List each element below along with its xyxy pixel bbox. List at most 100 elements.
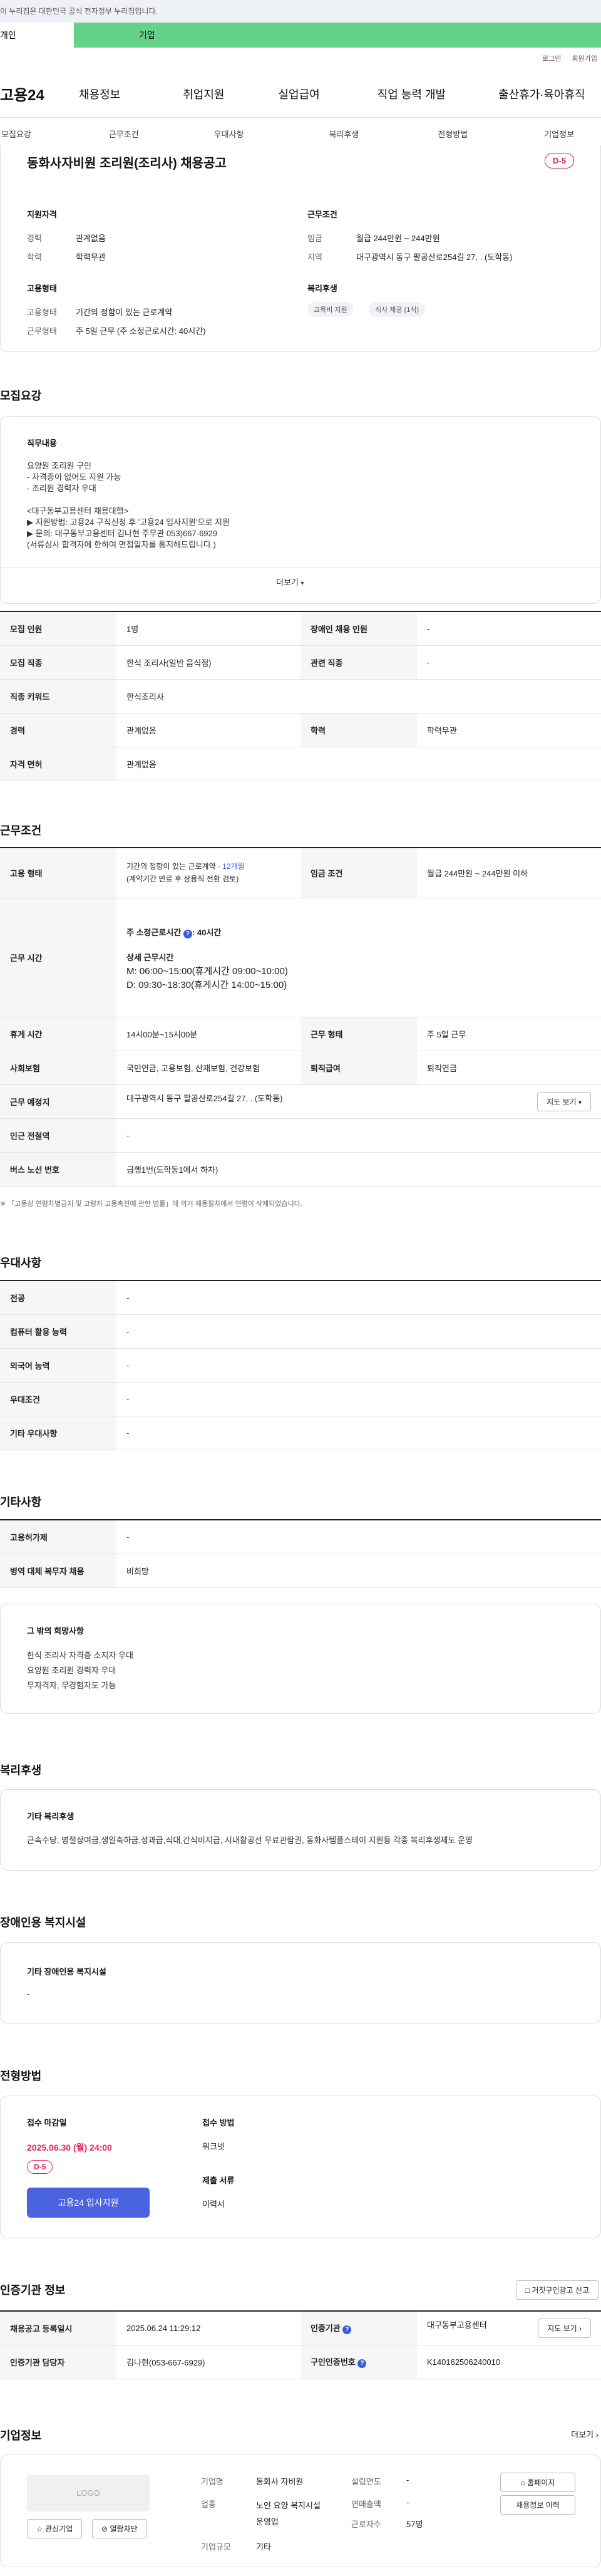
site-logo[interactable]: 고용24 — [0, 83, 78, 105]
subnav-recruit[interactable]: 모집요강 — [1, 128, 31, 140]
star-icon: ☆ — [36, 2525, 43, 2533]
subnav-selection[interactable]: 전형방법 — [438, 128, 468, 140]
prefer-table: 전공 - 컴퓨터 활용 능력 - 외국어 능력 - 우대조건 - 기타 우대사항 - — [0, 1280, 601, 1450]
edu-value: 학력무관 — [76, 252, 106, 262]
sales-key: 연매출액 — [351, 2500, 381, 2509]
report-button[interactable]: □ 거짓구인광고 신고 — [515, 2280, 598, 2300]
block-button[interactable]: ⊘ 열람차단 — [92, 2519, 147, 2538]
subnav-welfare[interactable]: 복리후생 — [329, 128, 359, 140]
company-box: LOGO ☆ 관심기업 ⊘ 열람차단 기업명 동화사 자비원 업종 노인 요양 … — [0, 2454, 601, 2567]
cell-key: 모집 직종 — [0, 645, 116, 680]
cell-key: 장애인 채용 인원 — [300, 611, 417, 646]
gov-banner: 이 누리집은 대한민국 공식 전자정부 누리집입니다. — [0, 0, 601, 23]
emp-note-text: (계약기간 만료 후 상용직 전환 검토) — [126, 875, 239, 884]
duty-line: 요양원 조리원 구인 — [27, 461, 91, 470]
gnb-benefit[interactable]: 실업급여 — [279, 86, 320, 102]
cell-key: 사회보험 — [0, 1051, 116, 1085]
etc-heading: 기타사항 — [0, 1496, 42, 1509]
cell-value: - — [116, 1416, 601, 1450]
dday-badge: D-5 — [545, 153, 574, 169]
company-heading: 기업정보 — [0, 2429, 42, 2442]
disability-box: 기타 장애인용 복지시설 - — [0, 1942, 601, 2023]
tab-personal[interactable]: 개인 — [0, 23, 74, 48]
cert-table: 채용공고 등록일시 2025.06.24 11:29:12 인증기관 ? 대구동… — [0, 2310, 601, 2379]
welfare-tag: 식사 제공 (1식) — [369, 302, 426, 317]
table-row: 자격 면허 관계없음 — [0, 747, 601, 781]
cell-key: 고용 형태 — [0, 848, 116, 898]
time-detail-line: M: 06:00~15:00(휴게시간 09:00~10:00) — [126, 966, 288, 977]
subnav-company[interactable]: 기업정보 — [544, 128, 574, 140]
gnb-jobs[interactable]: 채용정보 — [79, 86, 120, 102]
info-icon[interactable]: ? — [357, 2359, 367, 2368]
disability-box-text: - — [27, 1989, 30, 1998]
apply-button[interactable]: 고용24 입사지원 — [27, 2188, 150, 2218]
cell-value: 한식조리사 — [116, 679, 601, 714]
company-more-label: 더보기 — [571, 2430, 594, 2439]
time-detail-line: D: 09:30~18:30(휴게시간 14:00~15:00) — [126, 980, 287, 990]
map-view-button[interactable]: 지도 보기 ▾ — [537, 1091, 591, 1111]
table-row: 인증기관 담당자 김나현(053-667-6929) 구인인증번호 ? K140… — [0, 2345, 601, 2379]
career-key: 경력 — [27, 234, 42, 243]
duty-line: ▶ 문의: 대구동부고용센터 김나현 주무관 053)667-6929 — [27, 529, 217, 538]
duty-title: 직무내용 — [27, 439, 57, 448]
document-icon: □ — [525, 2286, 530, 2295]
cell-value: 1명 — [116, 611, 300, 646]
place-text: 대구광역시 동구 팔공산로254길 27, . (도학동) — [126, 1093, 283, 1103]
cell-value: - — [417, 645, 601, 680]
cell-value: - — [116, 1348, 601, 1383]
cell-value: 대구광역시 동구 팔공산로254길 27, . (도학동) 지도 보기 ▾ — [116, 1084, 601, 1119]
etc-line: 요양원 조리원 경력자 우대 — [27, 1666, 116, 1675]
table-row: 외국어 능력 - — [0, 1348, 601, 1383]
job-history-button[interactable]: 채용정보 이력 — [500, 2495, 575, 2515]
login-link[interactable]: 로그인 — [542, 55, 561, 63]
prefer-heading: 우대사항 — [0, 1257, 42, 1269]
selection-heading: 전형방법 — [0, 2070, 42, 2082]
gnb-training[interactable]: 직업 능력 개발 — [378, 86, 446, 102]
favorite-button[interactable]: ☆ 관심기업 — [27, 2519, 83, 2538]
map-view-button[interactable]: 지도 보기 › — [538, 2318, 591, 2338]
apply-button-label: 고용24 입사지원 — [58, 2198, 119, 2208]
cell-value: 급행1번(도학동1에서 하차) — [116, 1152, 601, 1187]
cell-key: 퇴직급여 — [300, 1051, 417, 1085]
etc-line: 무자격자, 무경험자도 가능 — [27, 1681, 116, 1690]
selection-box: 접수 마감일 2025.06.30 (월) 24:00 D-5 고용24 입사지… — [0, 2096, 601, 2238]
cell-value: - — [417, 611, 601, 646]
cell-key: 인근 전철역 — [0, 1118, 116, 1153]
table-row: 버스 노선 번호 급행1번(도학동1에서 하차) — [0, 1152, 601, 1187]
cell-value: 기간의 정함이 있는 근로계약 · 12개월 (계약기간 만료 후 상용직 전환… — [116, 848, 300, 898]
region-value: 대구광역시 동구 팔공산로254길 27, . (도학동) — [356, 252, 513, 262]
more-button[interactable]: 더보기 ▾ — [276, 576, 304, 588]
time-total: 주 소정근로시간 ?: 40시간 — [126, 926, 591, 940]
company-name-key: 기업명 — [201, 2477, 223, 2486]
block-icon: ⊘ — [101, 2525, 108, 2533]
table-row: 컴퓨터 활용 능력 - — [0, 1314, 601, 1349]
cell-key: 근무 형태 — [300, 1017, 417, 1051]
time-total-label: 주 소정근로시간 — [126, 928, 182, 937]
gov-banner-text: 이 누리집은 대한민국 공식 전자정부 누리집입니다. — [0, 7, 158, 16]
time-detail-title: 상세 근무시간 — [126, 953, 174, 962]
info-icon[interactable]: ? — [183, 930, 192, 938]
homepage-button[interactable]: ⌂ 홈페이지 — [500, 2473, 575, 2492]
cell-key: 임금 조건 — [300, 848, 417, 898]
deadline-value: 2025.06.30 (월) 24:00 — [27, 2142, 112, 2153]
cell-value: - — [116, 1280, 601, 1315]
table-row: 기타 우대사항 - — [0, 1416, 601, 1450]
gnb-support[interactable]: 취업지원 — [183, 86, 224, 102]
year-key: 설립연도 — [351, 2477, 381, 2486]
company-more-link[interactable]: 더보기 › — [571, 2428, 598, 2440]
cell-value: 관계없음 — [116, 713, 300, 747]
size-key: 기업규모 — [201, 2542, 231, 2552]
info-icon[interactable]: ? — [342, 2325, 352, 2335]
dday-badge: D-5 — [27, 2160, 53, 2174]
tab-corp[interactable]: 기업 — [74, 23, 601, 48]
signup-link[interactable]: 회원가입 — [572, 55, 597, 63]
table-row: 근무 예정지 대구광역시 동구 팔공산로254길 27, . (도학동) 지도 … — [0, 1084, 601, 1119]
table-row: 병역 대체 복무자 채용 비희망 — [0, 1554, 601, 1588]
recruit-heading: 모집요강 — [0, 390, 42, 402]
cell-value: 주 5일 근무 — [417, 1017, 601, 1051]
favorite-label: 관심기업 — [45, 2525, 73, 2533]
cell-key: 경력 — [0, 713, 116, 747]
subnav-conditions[interactable]: 근무조건 — [109, 128, 139, 140]
gnb-leave[interactable]: 출산휴가·육아휴직 — [498, 86, 585, 102]
subnav-prefer[interactable]: 우대사항 — [214, 128, 244, 140]
